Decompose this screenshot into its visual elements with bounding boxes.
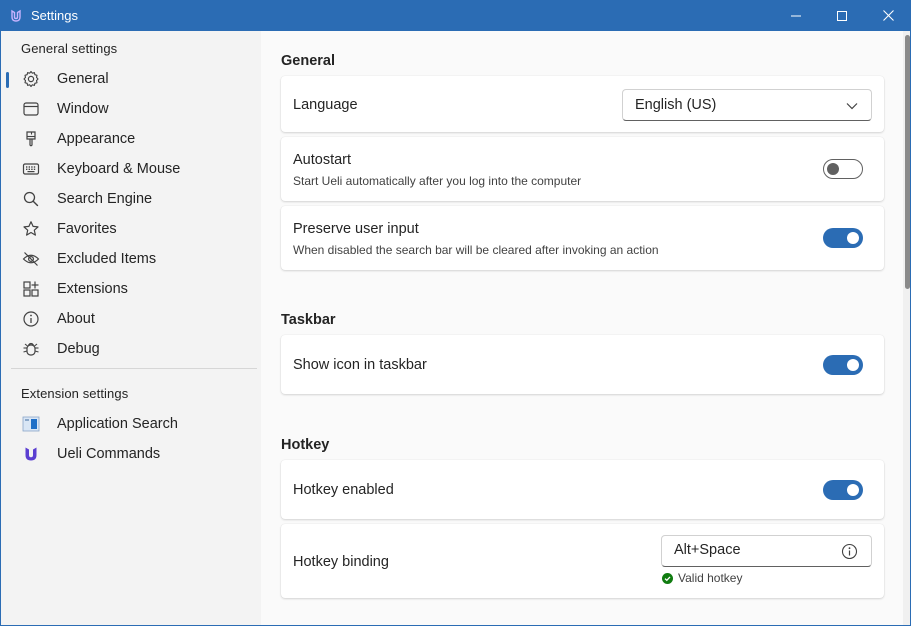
content-scrollbar[interactable] bbox=[903, 31, 911, 626]
hotkey-binding-input[interactable] bbox=[674, 542, 834, 558]
chevron-down-icon bbox=[846, 103, 858, 110]
eye-off-icon bbox=[22, 250, 40, 268]
search-icon bbox=[22, 190, 40, 208]
sidebar: General settings General Window Appearan… bbox=[1, 31, 261, 625]
sidebar-item-label: About bbox=[57, 311, 95, 327]
preserve-input-label: Preserve user input bbox=[293, 221, 419, 237]
hotkey-enabled-card: Hotkey enabled bbox=[281, 460, 884, 519]
sidebar-item-label: Application Search bbox=[57, 416, 178, 432]
preserve-input-description: When disabled the search bar will be cle… bbox=[293, 243, 659, 257]
autostart-label: Autostart bbox=[293, 152, 352, 168]
sidebar-item-favorites[interactable]: Favorites bbox=[1, 214, 261, 244]
sidebar-item-excluded-items[interactable]: Excluded Items bbox=[1, 244, 261, 274]
keyboard-icon bbox=[22, 160, 40, 178]
hotkey-binding-label: Hotkey binding bbox=[293, 554, 389, 570]
sidebar-item-label: Search Engine bbox=[57, 191, 153, 207]
maximize-button[interactable] bbox=[819, 0, 865, 31]
autostart-description: Start Ueli automatically after you log i… bbox=[293, 174, 582, 188]
maximize-icon bbox=[837, 10, 847, 21]
apps-add-icon bbox=[22, 280, 40, 298]
sidebar-item-keyboard-mouse[interactable]: Keyboard & Mouse bbox=[1, 154, 261, 184]
check-circle-icon bbox=[662, 572, 673, 584]
sidebar-item-application-search[interactable]: Application Search bbox=[1, 409, 261, 439]
language-setting-card: Language English (US) bbox=[281, 76, 884, 132]
language-dropdown[interactable]: English (US) bbox=[622, 89, 872, 121]
sidebar-item-label: Debug bbox=[57, 341, 100, 357]
sidebar-item-window[interactable]: Window bbox=[1, 94, 261, 124]
star-icon bbox=[22, 220, 40, 238]
window-icon bbox=[22, 100, 40, 118]
sidebar-item-about[interactable]: About bbox=[1, 304, 261, 334]
info-icon bbox=[22, 310, 40, 328]
settings-content: General Language English (US) Autostart … bbox=[261, 31, 903, 625]
sidebar-item-label: Extensions bbox=[57, 281, 128, 297]
minimize-icon bbox=[791, 15, 801, 16]
sidebar-item-label: Appearance bbox=[57, 131, 136, 147]
language-label: Language bbox=[293, 97, 358, 113]
sidebar-item-label: Favorites bbox=[57, 221, 117, 237]
hotkey-enabled-label: Hotkey enabled bbox=[293, 482, 394, 498]
hotkey-section-title: Hotkey bbox=[281, 437, 330, 453]
sidebar-item-label: Ueli Commands bbox=[57, 446, 161, 462]
sidebar-item-label: Keyboard & Mouse bbox=[57, 161, 181, 177]
general-section-title: General bbox=[281, 53, 335, 69]
ueli-logo-icon bbox=[8, 8, 24, 24]
sidebar-item-ueli-commands[interactable]: Ueli Commands bbox=[1, 439, 261, 469]
taskbar-section-title: Taskbar bbox=[281, 312, 336, 328]
bug-icon bbox=[22, 340, 40, 358]
sidebar-item-debug[interactable]: Debug bbox=[1, 334, 261, 364]
scrollbar-thumb[interactable] bbox=[905, 35, 910, 289]
sidebar-item-general[interactable]: General bbox=[1, 64, 261, 94]
sidebar-divider bbox=[11, 368, 257, 369]
sidebar-item-extensions[interactable]: Extensions bbox=[1, 274, 261, 304]
show-taskbar-icon-label: Show icon in taskbar bbox=[293, 357, 427, 373]
show-taskbar-icon-toggle[interactable] bbox=[823, 355, 863, 375]
show-taskbar-icon-card: Show icon in taskbar bbox=[281, 335, 884, 394]
autostart-toggle[interactable] bbox=[823, 159, 863, 179]
hotkey-validation-message: Valid hotkey bbox=[662, 571, 742, 585]
hotkey-validation-text: Valid hotkey bbox=[678, 571, 743, 585]
sidebar-item-search-engine[interactable]: Search Engine bbox=[1, 184, 261, 214]
active-indicator bbox=[6, 72, 9, 88]
title-bar: Settings bbox=[0, 0, 911, 31]
ueli-logo-icon bbox=[22, 445, 40, 463]
minimize-button[interactable] bbox=[773, 0, 819, 31]
close-button[interactable] bbox=[865, 0, 911, 31]
info-icon[interactable] bbox=[841, 543, 858, 560]
hotkey-binding-card: Hotkey binding Valid hotkey bbox=[281, 524, 884, 598]
language-selected-value: English (US) bbox=[635, 97, 717, 113]
sidebar-item-appearance[interactable]: Appearance bbox=[1, 124, 261, 154]
sidebar-item-label: Window bbox=[57, 101, 109, 117]
autostart-setting-card: Autostart Start Ueli automatically after… bbox=[281, 137, 884, 201]
general-settings-heading: General settings bbox=[21, 41, 118, 56]
paint-brush-icon bbox=[22, 130, 40, 148]
hotkey-enabled-toggle[interactable] bbox=[823, 480, 863, 500]
extension-settings-heading: Extension settings bbox=[21, 386, 129, 401]
gear-icon bbox=[22, 70, 40, 88]
application-search-icon bbox=[22, 415, 40, 433]
preserve-input-toggle[interactable] bbox=[823, 228, 863, 248]
hotkey-binding-field[interactable] bbox=[661, 535, 872, 567]
preserve-input-setting-card: Preserve user input When disabled the se… bbox=[281, 206, 884, 270]
sidebar-item-label: General bbox=[57, 71, 109, 87]
sidebar-item-label: Excluded Items bbox=[57, 251, 157, 267]
window-title: Settings bbox=[31, 8, 78, 23]
close-icon bbox=[882, 10, 894, 21]
